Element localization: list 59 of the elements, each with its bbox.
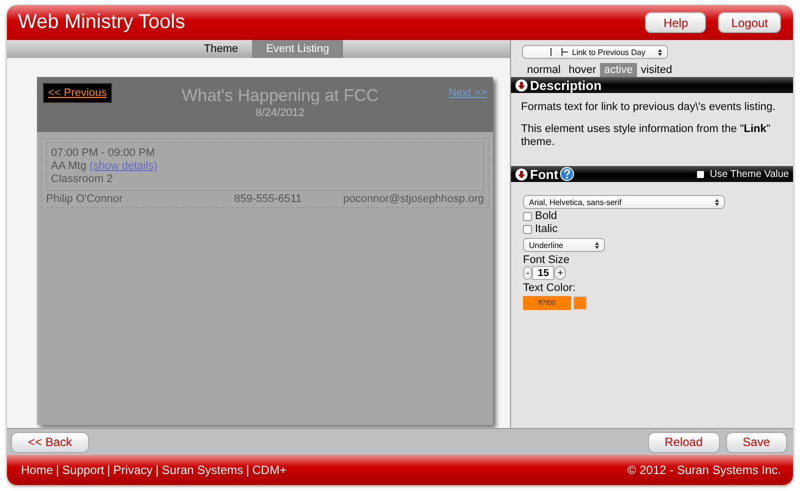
- color-picker-swatch[interactable]: [573, 296, 587, 310]
- checkbox-label: Bold: [535, 211, 558, 222]
- separator: |: [56, 463, 60, 477]
- separator: |: [246, 463, 250, 477]
- checkbox[interactable]: [696, 170, 704, 178]
- contact-phone: 859-555-6511: [234, 193, 302, 205]
- collapse-arrow-icon: [515, 168, 528, 180]
- checkbox[interactable]: [523, 212, 532, 221]
- description-text: Formats text for link to previous day\'s events listing.: [521, 101, 777, 114]
- text-color-label: Text Color:: [523, 282, 576, 294]
- event-location: Classroom 2: [51, 173, 114, 186]
- header-button[interactable]: Help: [645, 12, 706, 33]
- listing-date: 8/24/2012: [256, 107, 305, 119]
- help-icon[interactable]: [560, 167, 574, 181]
- footer-link[interactable]: Support: [62, 463, 104, 477]
- state-tab[interactable]: active: [600, 63, 637, 77]
- contact-name: Philip O'Connor: [46, 193, 123, 205]
- action-button[interactable]: Save: [726, 432, 787, 452]
- footer-link[interactable]: CDM+: [252, 463, 287, 477]
- checkbox-label: Italic: [535, 224, 558, 235]
- contact-email: poconnor@stjosephhosp.org: [343, 193, 484, 205]
- state-tab[interactable]: visited: [636, 63, 676, 77]
- back-button[interactable]: << Back: [11, 432, 90, 452]
- copyright: © 2012 - Suran Systems Inc.: [627, 463, 781, 477]
- increase-button[interactable]: +: [554, 266, 566, 280]
- action-button[interactable]: Reload: [648, 432, 720, 452]
- theme-note: This element uses style information from the "Link" theme.: [521, 123, 772, 149]
- separator: |: [107, 463, 110, 477]
- event-name: AA Mtg: [51, 160, 86, 172]
- section-title: Font: [530, 166, 558, 182]
- section-header[interactable]: Description: [511, 77, 793, 93]
- font-size-label: Font Size: [523, 254, 570, 266]
- app-title: Web Ministry Tools: [18, 11, 186, 34]
- font-family-select[interactable]: Arial, Helvetica, sans-serif: [523, 195, 725, 209]
- decrease-button[interactable]: -: [523, 266, 532, 280]
- section-title: Description: [530, 78, 602, 92]
- decoration-select[interactable]: Underline: [523, 238, 605, 252]
- footer-link[interactable]: Home: [21, 463, 54, 477]
- checkbox[interactable]: [523, 225, 532, 234]
- previous-link[interactable]: << Previous: [43, 83, 112, 103]
- tab[interactable]: Theme: [190, 40, 252, 58]
- checkbox-label: Use Theme Value: [710, 168, 789, 180]
- collapse-arrow-icon: [515, 78, 528, 92]
- separator: |: [156, 463, 159, 477]
- listing-title: What's Happening at FCC: [182, 86, 379, 106]
- dropdown-arrows-icon: [715, 198, 719, 206]
- state-tab[interactable]: normal: [523, 63, 565, 77]
- footer-link[interactable]: Privacy: [113, 463, 153, 477]
- state-tab[interactable]: hover: [564, 63, 600, 77]
- header-button[interactable]: Logout: [718, 12, 781, 33]
- dropdown-arrows-icon: [658, 48, 662, 56]
- section-header[interactable]: Font Use Theme Value: [511, 166, 793, 182]
- footer-link[interactable]: Suran Systems: [162, 463, 244, 477]
- event-time: 07:00 PM - 09:00 PM: [51, 147, 156, 160]
- tab[interactable]: Event Listing: [252, 40, 344, 58]
- font-size-input[interactable]: 15: [532, 266, 554, 280]
- dropdown-arrows-icon: [595, 242, 599, 248]
- tree-branch-icon: [548, 48, 570, 56]
- element-select[interactable]: Link to Previous Day: [522, 45, 668, 59]
